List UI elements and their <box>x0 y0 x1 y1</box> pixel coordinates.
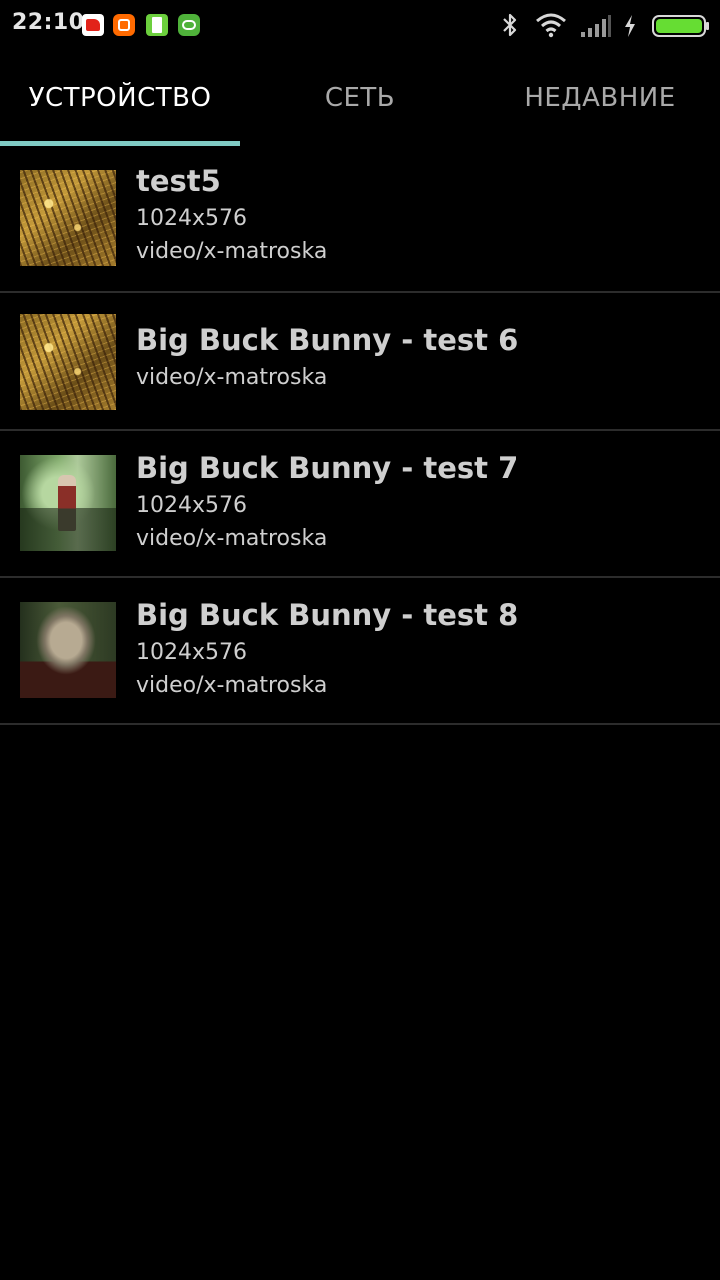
item-mime-type: video/x-matroska <box>136 365 328 390</box>
cat-app-icon <box>178 14 200 36</box>
media-list: test5 1024x576 video/x-matroska Big Buck… <box>0 146 720 725</box>
signal-icon <box>581 15 611 37</box>
item-resolution: 1024x576 <box>136 206 247 231</box>
charging-icon <box>625 15 635 37</box>
video-thumbnail <box>20 602 116 698</box>
item-resolution: 1024x576 <box>136 640 247 665</box>
battery-icon <box>652 15 709 37</box>
item-title: Big Buck Bunny - test 6 <box>136 323 519 357</box>
wifi-icon <box>536 13 566 38</box>
tab-bar: УСТРОЙСТВО СЕТЬ НЕДАВНИЕ <box>0 50 720 146</box>
list-item[interactable]: Big Buck Bunny - test 6 video/x-matroska <box>0 293 720 431</box>
item-mime-type: video/x-matroska <box>136 239 328 264</box>
list-item[interactable]: Big Buck Bunny - test 8 1024x576 video/x… <box>0 578 720 725</box>
system-icons <box>450 10 710 40</box>
video-thumbnail <box>20 314 116 410</box>
status-clock: 22:10 <box>12 10 85 35</box>
item-title: Big Buck Bunny - test 7 <box>136 451 519 485</box>
status-bar: 22:10 <box>0 0 720 50</box>
item-resolution: 1024x576 <box>136 493 247 518</box>
app-notification-icon <box>82 14 104 36</box>
item-title: Big Buck Bunny - test 8 <box>136 598 519 632</box>
list-item[interactable]: test5 1024x576 video/x-matroska <box>0 146 720 293</box>
item-mime-type: video/x-matroska <box>136 526 328 551</box>
bluetooth-icon <box>503 13 517 37</box>
item-title: test5 <box>136 164 221 198</box>
tab-device[interactable]: УСТРОЙСТВО <box>0 50 240 146</box>
tab-recent[interactable]: НЕДАВНИЕ <box>480 50 720 146</box>
item-mime-type: video/x-matroska <box>136 673 328 698</box>
list-item[interactable]: Big Buck Bunny - test 7 1024x576 video/x… <box>0 431 720 578</box>
video-thumbnail <box>20 455 116 551</box>
mi-app-icon <box>113 14 135 36</box>
tab-network[interactable]: СЕТЬ <box>240 50 480 146</box>
battery-app-icon <box>146 14 168 36</box>
video-thumbnail <box>20 170 116 266</box>
